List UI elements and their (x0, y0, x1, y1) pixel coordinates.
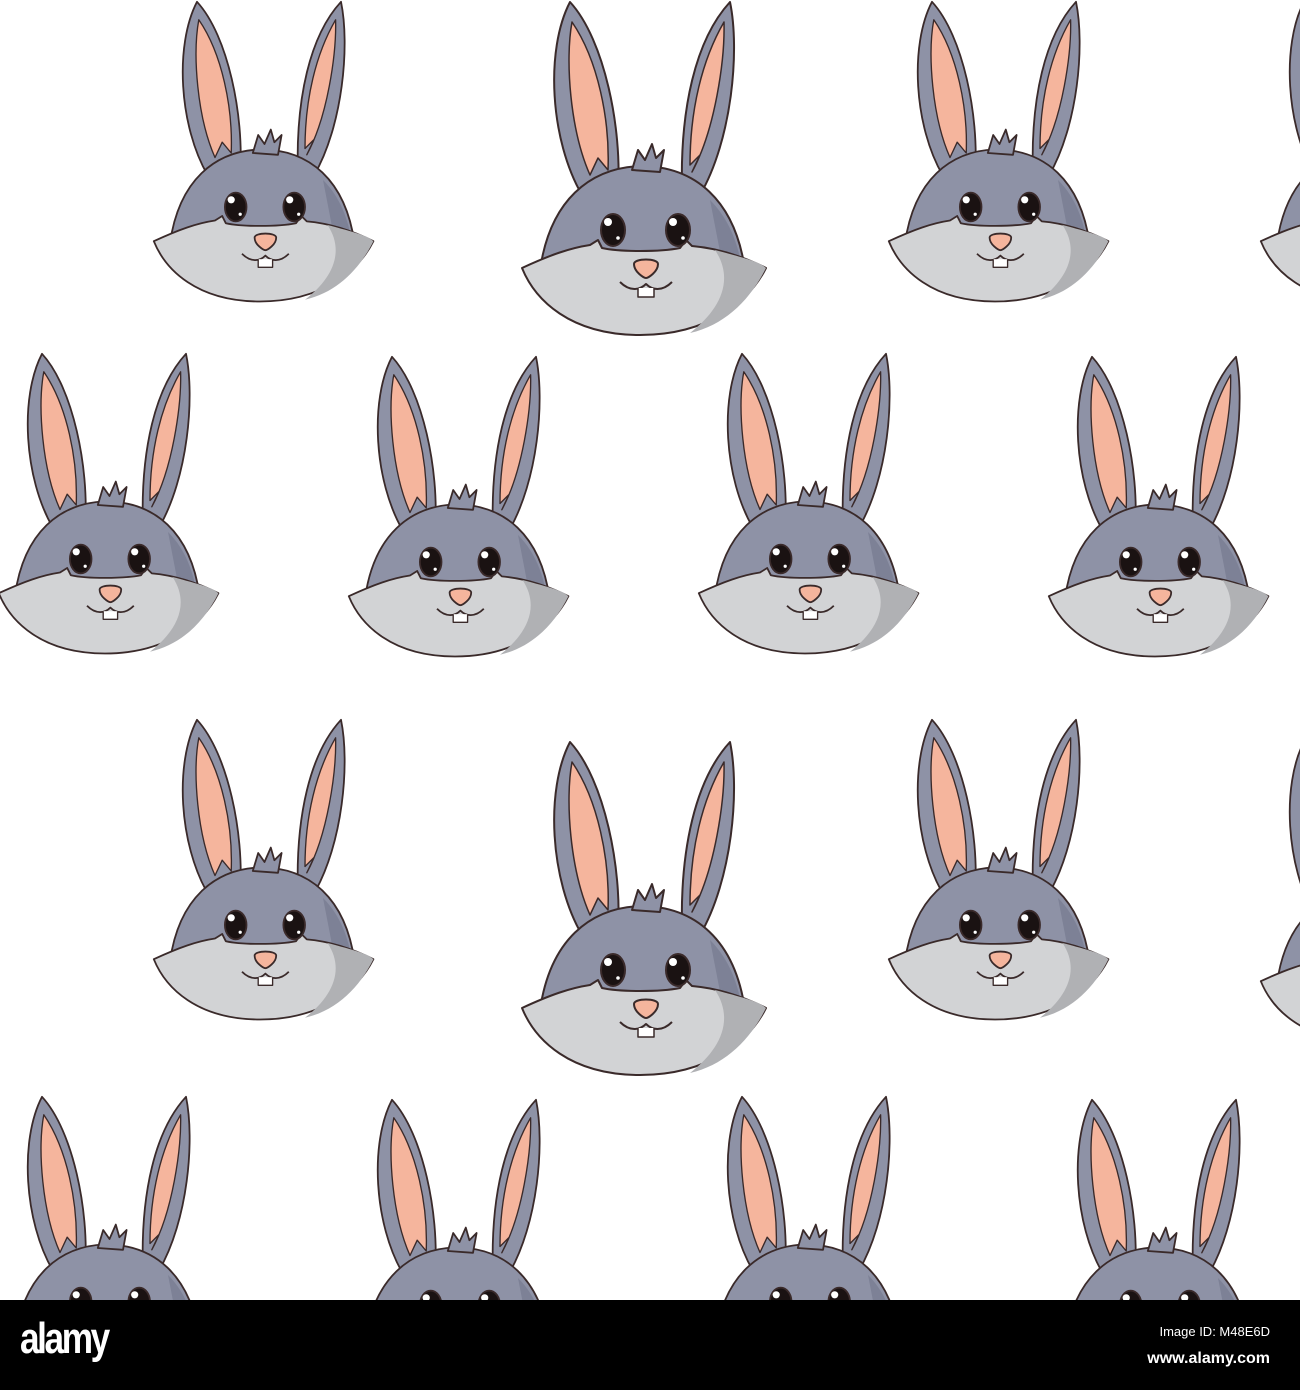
bunny-face (521, 741, 767, 1076)
bunny-face (1259, 740, 1300, 1043)
bunny-face (0, 1095, 220, 1300)
bunny-face (1047, 1098, 1270, 1300)
bunny-face (521, 1, 767, 336)
pattern-image: alamy Image ID: M48E6D www.alamy.com (0, 0, 1300, 1390)
row-1 (152, 0, 1300, 336)
alamy-logo: alamy (20, 1314, 110, 1363)
watermark-bar: alamy Image ID: M48E6D www.alamy.com (0, 1300, 1300, 1390)
row-3 (152, 718, 1300, 1076)
row-2 (0, 352, 1270, 658)
row-4 (0, 1095, 1270, 1300)
bunny-pattern (0, 0, 1300, 1300)
website-link: www.alamy.com (1147, 1350, 1270, 1367)
bunny-face (347, 1098, 570, 1300)
bunny-face (1259, 0, 1300, 303)
image-id: Image ID: M48E6D (1159, 1324, 1270, 1339)
bunny-face (697, 1095, 920, 1300)
bunny-face (887, 718, 1110, 1021)
bunny-face (697, 352, 920, 655)
bunny-face (1047, 355, 1270, 658)
bunny-face (887, 0, 1110, 303)
bunny-face (152, 0, 375, 303)
bunny-face (0, 352, 220, 655)
bunny-face (347, 355, 570, 658)
bunny-face (152, 718, 375, 1021)
